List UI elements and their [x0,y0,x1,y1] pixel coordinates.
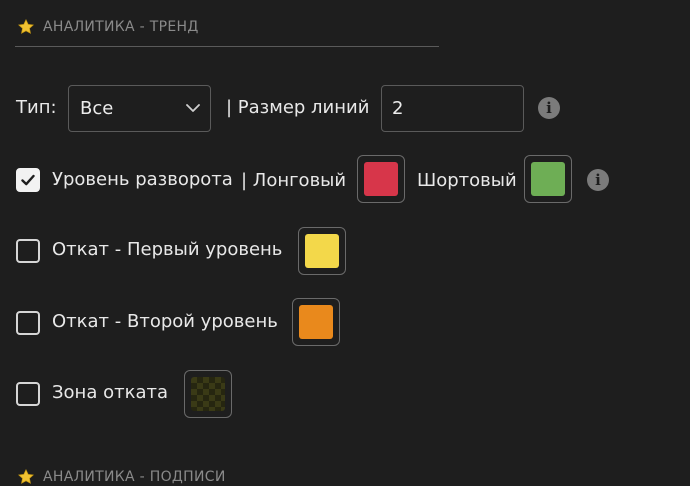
section-header-trend: АНАЛИТИКА - ТРЕНД [17,18,199,36]
star-icon [18,469,34,484]
chevron-down-icon [186,104,200,112]
long-color-swatch[interactable] [357,155,405,203]
type-select[interactable]: Все [68,85,211,132]
pullback-second-label: Откат - Второй уровень [52,311,278,332]
pullback-second-checkbox[interactable] [16,311,40,335]
type-select-value: Все [80,98,114,119]
long-color-fill [364,162,398,196]
type-label: Тип: [16,97,57,118]
section-title: АНАЛИТИКА - ПОДПИСИ [43,469,226,485]
line-size-label: | Размер линий [226,97,370,118]
pullback-zone-label: Зона отката [52,382,168,403]
pullback-first-label: Откат - Первый уровень [52,239,283,260]
reversal-label: Уровень разворота [52,169,233,190]
pullback-first-color-swatch[interactable] [298,227,346,275]
star-icon [18,19,34,34]
line-size-input[interactable] [381,85,524,132]
short-color-swatch[interactable] [524,155,572,203]
short-label: Шортовый [417,170,517,191]
section-divider [15,46,439,47]
section-header-captions: АНАЛИТИКА - ПОДПИСИ [17,468,226,486]
section-title: АНАЛИТИКА - ТРЕНД [43,19,199,35]
info-icon[interactable]: i [587,169,609,191]
short-color-fill [531,162,565,196]
info-icon[interactable]: i [538,97,560,119]
check-icon [21,174,35,186]
long-label: | Лонговый [241,170,347,191]
reversal-checkbox[interactable] [16,168,40,192]
pullback-zone-color-swatch[interactable] [184,370,232,418]
pullback-second-color-swatch[interactable] [292,298,340,346]
pullback-zone-checkbox[interactable] [16,382,40,406]
pullback-zone-color-fill [191,377,225,411]
pullback-first-color-fill [305,234,339,268]
pullback-second-color-fill [299,305,333,339]
pullback-first-checkbox[interactable] [16,239,40,263]
